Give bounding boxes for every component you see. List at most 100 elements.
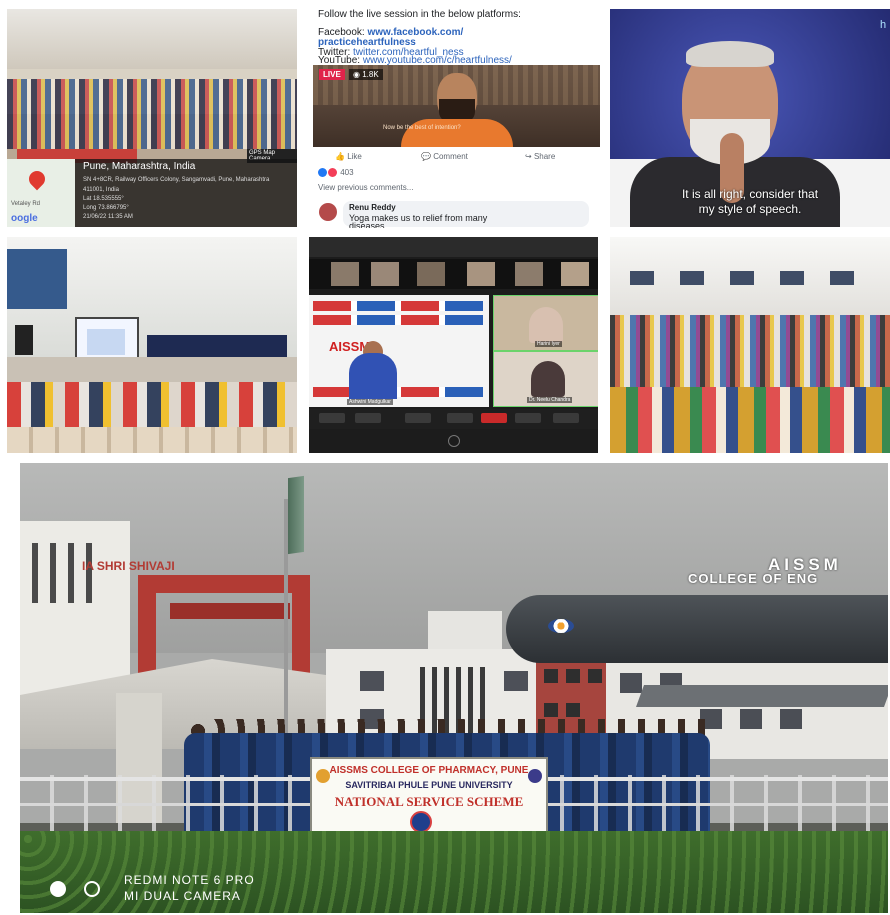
view-count-value: 1.8K [362, 70, 379, 79]
chat-button[interactable] [447, 413, 473, 423]
video-subtitle: It is all right, consider that my style … [610, 187, 890, 217]
comment-label: Comment [433, 152, 468, 161]
hall-window [7, 249, 67, 309]
building-window [780, 709, 802, 729]
camera-watermark-ring-icon [84, 881, 100, 897]
meeting-top-bar [309, 237, 598, 257]
photo-campus-group: IA SHRI SHIVAJI AISSM COLLEGE OF ENG AIS… [20, 463, 888, 913]
photo-yoga-hall: GPS Map Camera Vetaley Rd oogle Pune, Ma… [7, 9, 297, 227]
aircraft-wing [635, 685, 888, 707]
stair-tower [428, 611, 502, 651]
speaker-hair [686, 41, 774, 67]
speaker-video-still: h It is all right, consider that my styl… [610, 9, 890, 227]
eye-icon: ◉ [353, 70, 363, 79]
end-call-button[interactable] [481, 413, 507, 423]
mute-button[interactable] [319, 413, 345, 423]
commenter-avatar[interactable] [319, 203, 337, 221]
participant-2-name: Dr. Neelu Chandra [527, 397, 573, 403]
building-window [504, 671, 528, 691]
more-button[interactable] [553, 413, 579, 423]
geotag-place: Pune, Maharashtra, India [83, 161, 196, 172]
camera-watermark-dot-icon [50, 881, 66, 897]
building-window [566, 669, 580, 683]
participant-thumb[interactable] [331, 262, 359, 286]
hall-window [730, 271, 754, 285]
post-intro: Follow the live session in the below pla… [318, 9, 521, 20]
banner-line-3: NATIONAL SERVICE SCHEME [334, 794, 524, 809]
like-label: Like [347, 152, 362, 161]
presenter-body [349, 353, 397, 399]
plastic-chairs [7, 427, 297, 453]
aircraft-roundel [548, 619, 574, 633]
view-previous-comments[interactable]: View previous comments... [318, 183, 413, 192]
geotag-datetime: 21/06/22 11:35 AM [83, 214, 133, 220]
geotag-address: SN 4+8CR, Railway Officers Colony, Sanga… [83, 177, 270, 183]
nss-seal-icon [410, 811, 432, 833]
seated-audience [7, 382, 297, 432]
map-logo: oogle [11, 213, 38, 224]
red-frame-bar [170, 603, 290, 619]
photo-audience-hall [610, 237, 890, 453]
geotag-pin: 411001, India [83, 187, 119, 193]
slide-row [313, 315, 483, 325]
hall-window [830, 271, 854, 285]
comment-button[interactable]: 💬 Comment [421, 152, 468, 161]
presenter-robe [401, 119, 513, 147]
building-window [68, 543, 74, 603]
corner-mark: h [880, 19, 887, 31]
subtitle-line-1: It is all right, consider that [681, 187, 819, 201]
hall-window [680, 271, 704, 285]
love-reaction-icon [328, 168, 337, 178]
banner-line-2: SAVITRIBAI PHULE PUNE UNIVERSITY [345, 780, 513, 790]
like-reaction-icon [318, 168, 327, 178]
share-label: Share [533, 152, 556, 161]
audience-front-row [610, 387, 890, 453]
participant-2 [531, 361, 565, 397]
slide-row [313, 301, 483, 311]
reaction-count[interactable]: 403 [318, 168, 354, 178]
camera-watermark-line-1: REDMI NOTE 6 PRO [124, 873, 255, 887]
college-sign-line-2: COLLEGE OF ENG [688, 571, 819, 586]
participant-thumb[interactable] [515, 262, 543, 286]
like-button[interactable]: 👍 Like [335, 152, 362, 161]
participant-thumb[interactable] [417, 262, 445, 286]
slide-row [313, 387, 483, 397]
hall-window [780, 271, 804, 285]
loudspeaker [15, 325, 33, 355]
building-window [588, 669, 602, 683]
building-window [50, 543, 56, 603]
building-window [360, 671, 384, 691]
subtitle-line-2: my style of speech. [698, 202, 802, 216]
thumbs-up-icon: 👍 [335, 152, 348, 161]
geotag-long: Long 73.866795° [83, 205, 129, 211]
building-window [740, 709, 762, 729]
participant-thumb[interactable] [467, 262, 495, 286]
home-circle-icon [448, 435, 460, 447]
view-count: ◉ 1.8K [349, 69, 383, 80]
national-flag [288, 475, 304, 555]
presenter-name: Ashwini Madgulkar [347, 399, 393, 405]
reaction-count-value: 403 [340, 168, 354, 177]
photo-seminar-hall [7, 237, 297, 453]
hall-window [630, 271, 654, 285]
participant-thumb[interactable] [371, 262, 399, 286]
participant-1-name: Harini Iyer [535, 341, 562, 347]
building-window [32, 543, 38, 603]
stage-banner [147, 335, 287, 357]
video-caption: Now be the best of intention? [383, 125, 461, 131]
college-logo-icon [316, 769, 330, 783]
share-screen-button[interactable] [405, 413, 431, 423]
comment-text-2: diseases [349, 221, 385, 228]
video-button[interactable] [355, 413, 381, 423]
geotag-lat: Lat 18.535555° [83, 196, 124, 202]
commenter-name[interactable]: Renu Reddy [349, 203, 396, 212]
live-badge: LIVE [319, 69, 345, 80]
banner-line-1: AISSMS COLLEGE OF PHARMACY, PUNE [329, 765, 529, 776]
projected-slide [87, 329, 125, 355]
record-button[interactable] [515, 413, 541, 423]
yoga-participants [7, 79, 297, 149]
university-logo-icon [528, 769, 542, 783]
participant-thumb[interactable] [561, 262, 589, 286]
share-button[interactable]: ↪ Share [525, 152, 555, 161]
building-window [620, 673, 642, 693]
